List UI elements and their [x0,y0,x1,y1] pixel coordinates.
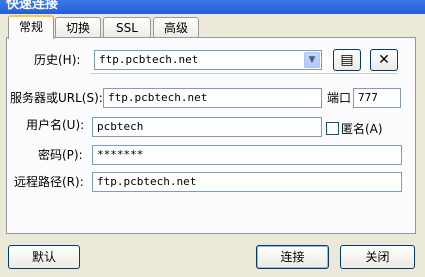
separator [90,73,398,74]
tab-general[interactable]: 常规 [8,15,54,39]
list-icon: ▤ [340,52,354,68]
history-value: ftp.pcbtech.net [99,53,199,66]
title-bar: 快速连接 [0,0,425,14]
default-button[interactable]: 默认 [8,245,80,269]
chevron-down-icon[interactable]: ▼ [304,52,320,68]
port-input[interactable]: 777 [353,88,401,108]
history-delete-button[interactable]: ✕ [370,49,398,71]
tab-switch[interactable]: 切换 [55,17,101,37]
anonymous-checkbox[interactable] [326,122,339,135]
window-title: 快速连接 [6,0,59,12]
close-button[interactable]: 关闭 [340,245,415,269]
password-input[interactable]: ******* [92,145,402,165]
history-label: 历史(H): [34,53,81,67]
tab-ssl[interactable]: SSL [103,17,151,37]
connect-button[interactable]: 连接 [256,245,329,269]
history-edit-button[interactable]: ▤ [333,49,361,71]
close-icon: ✕ [378,52,390,68]
server-label: 服务器或URL(S): [10,91,103,105]
user-label: 用户名(U): [26,118,85,132]
anonymous-label[interactable]: 匿名(A) [341,120,383,138]
tab-advanced[interactable]: 高级 [153,17,199,37]
remote-path-label: 远程路径(R): [14,175,84,189]
history-combobox[interactable]: ftp.pcbtech.net ▼ [94,50,322,70]
server-input[interactable]: ftp.pcbtech.net [103,88,322,108]
remote-path-input[interactable]: ftp.pcbtech.net [92,172,402,192]
user-input[interactable]: pcbtech [92,117,322,137]
port-label: 端口 [327,91,352,105]
password-label: 密码(P): [38,148,83,162]
